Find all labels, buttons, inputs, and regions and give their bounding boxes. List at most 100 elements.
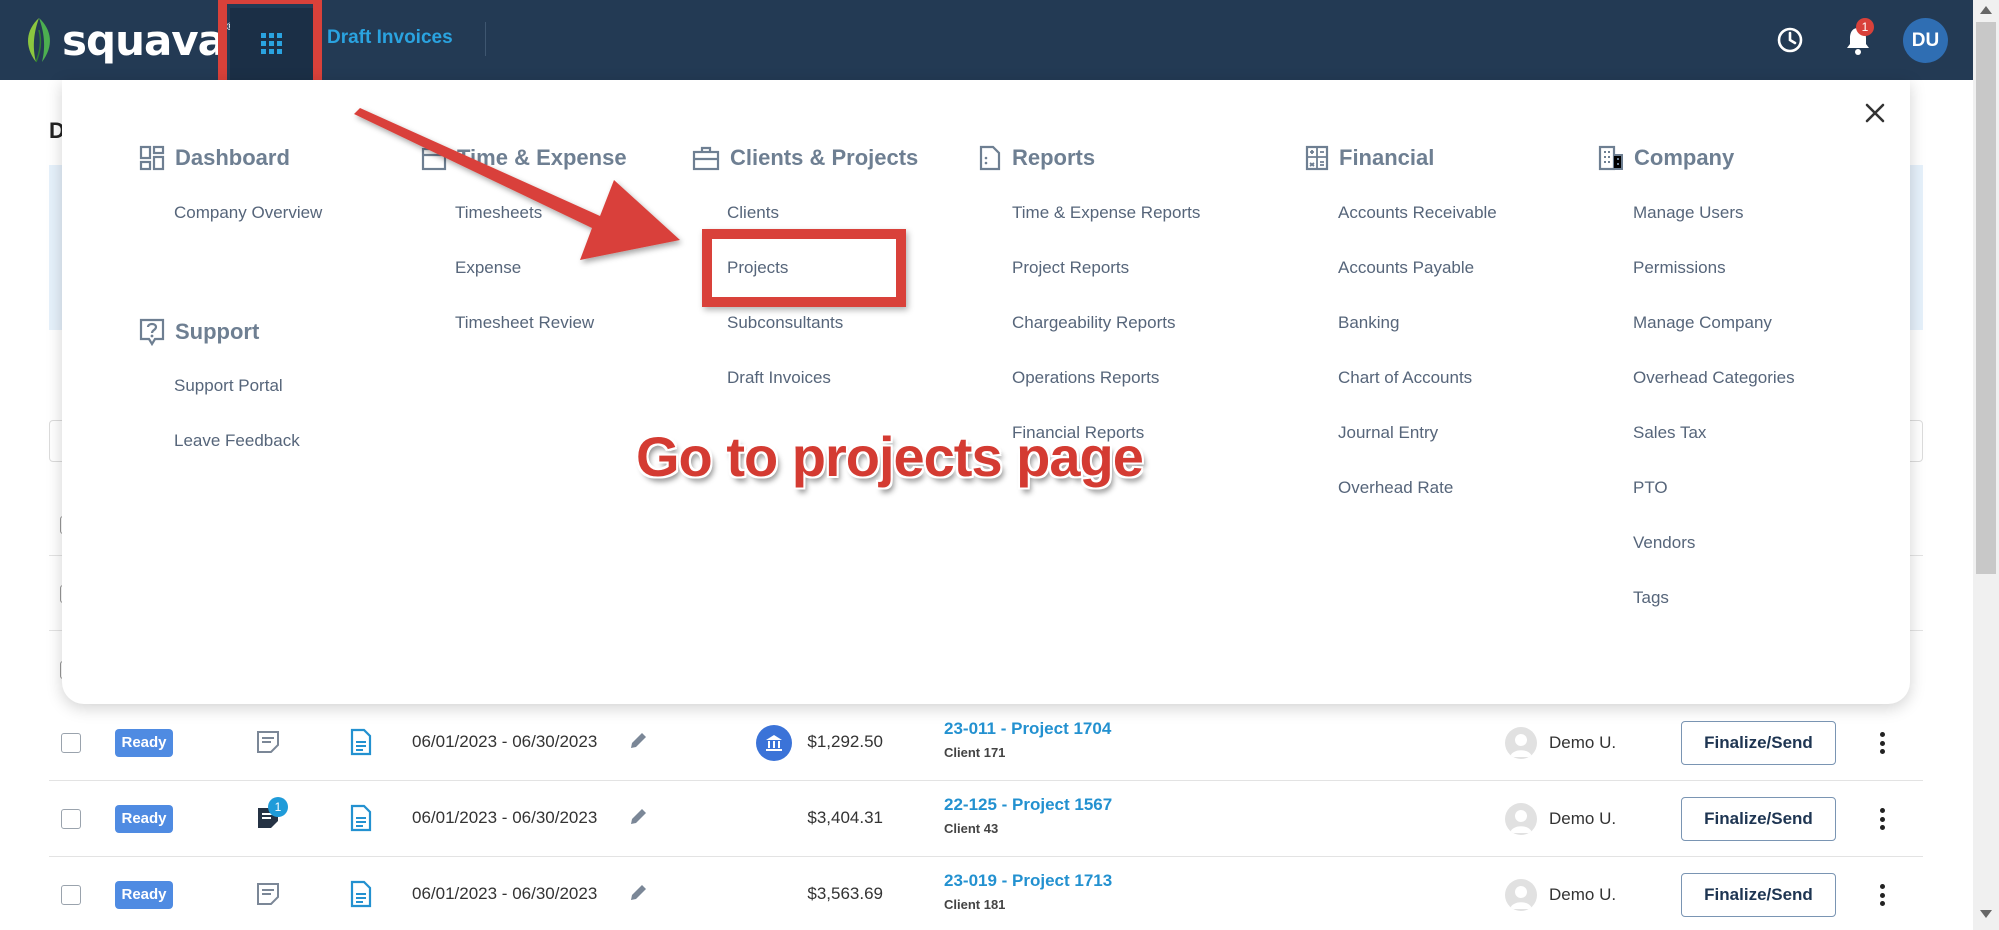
user-avatar-icon	[1505, 879, 1537, 911]
menu-item-project-reports[interactable]: Project Reports	[1012, 258, 1129, 278]
client-name: Client 181	[944, 897, 1006, 912]
building-icon	[1598, 145, 1623, 171]
menu-item-vendors[interactable]: Vendors	[1633, 533, 1695, 553]
menu-section-company: Company	[1598, 145, 1734, 171]
menu-section-label: Time & Expense	[457, 145, 627, 170]
logo-wordmark: squava	[62, 15, 226, 65]
table-row: Ready 06/01/2023 - 06/30/2023 $3,563.69 …	[49, 857, 1923, 930]
client-name: Client 43	[944, 821, 999, 836]
project-manager: Demo U.	[1549, 733, 1617, 752]
menu-section-dashboard: Dashboard	[139, 145, 290, 171]
annotation-highlight-projects	[702, 229, 906, 307]
row-checkbox[interactable]	[61, 885, 81, 905]
menu-item-pto[interactable]: PTO	[1633, 478, 1668, 498]
finalize-send-button[interactable]: Finalize/Send	[1681, 721, 1836, 765]
project-link[interactable]: 22-125 - Project 1567	[944, 795, 1112, 815]
table-row: Ready 1 06/01/2023 - 06/30/2023 $3,404.3…	[49, 781, 1923, 857]
scroll-down-arrow-icon[interactable]	[1980, 910, 1992, 918]
project-manager: Demo U.	[1549, 885, 1617, 904]
clock-icon[interactable]	[1775, 25, 1805, 55]
menu-item-time-expense-reports[interactable]: Time & Expense Reports	[1012, 203, 1200, 223]
help-icon	[139, 318, 165, 346]
squava-logo[interactable]: squava ®	[22, 10, 236, 70]
menu-item-draft-invoices[interactable]: Draft Invoices	[727, 368, 831, 388]
invoice-amount: $3,404.31	[807, 808, 883, 827]
annotation-highlight-apps	[218, 0, 322, 90]
breadcrumb-draft-invoices[interactable]: Draft Invoices	[327, 27, 453, 49]
invoice-document-icon[interactable]	[349, 728, 373, 756]
menu-section-label: Company	[1634, 145, 1735, 170]
row-checkbox[interactable]	[61, 809, 81, 829]
invoice-document-icon[interactable]	[349, 804, 373, 832]
menu-item-journal-entry[interactable]: Journal Entry	[1338, 423, 1438, 443]
project-link[interactable]: 23-011 - Project 1704	[944, 719, 1111, 739]
pencil-icon[interactable]	[627, 806, 649, 828]
invoice-amount: $3,563.69	[807, 884, 883, 903]
note-count-badge: 1	[268, 797, 288, 817]
vertical-scrollbar[interactable]	[1973, 0, 1999, 930]
menu-item-manage-users[interactable]: Manage Users	[1633, 203, 1744, 223]
menu-section-label: Dashboard	[175, 145, 290, 170]
menu-section-label: Reports	[1012, 145, 1096, 170]
menu-item-timesheets[interactable]: Timesheets	[455, 203, 542, 223]
menu-section-label: Financial	[1339, 145, 1435, 170]
annotation-caption: Go to projects page	[636, 425, 1144, 488]
project-manager: Demo U.	[1549, 809, 1617, 828]
menu-item-chart-of-accounts[interactable]: Chart of Accounts	[1338, 368, 1472, 388]
billing-period: 06/01/2023 - 06/30/2023	[412, 732, 598, 751]
menu-item-accounts-receivable[interactable]: Accounts Receivable	[1338, 203, 1497, 223]
menu-section-label: Support	[175, 319, 260, 344]
menu-section-label: Clients & Projects	[730, 145, 919, 170]
more-options-icon[interactable]	[1875, 729, 1889, 757]
menu-item-support-portal[interactable]: Support Portal	[174, 376, 283, 396]
project-link[interactable]: 23-019 - Project 1713	[944, 871, 1112, 891]
close-icon[interactable]	[1862, 100, 1888, 126]
briefcase-icon	[692, 146, 720, 171]
menu-section-clients-projects: Clients & Projects	[692, 145, 918, 171]
invoice-amount: $1,292.50	[807, 732, 883, 751]
menu-item-overhead-rate[interactable]: Overhead Rate	[1338, 478, 1453, 498]
pencil-icon[interactable]	[627, 730, 649, 752]
menu-item-leave-feedback[interactable]: Leave Feedback	[174, 431, 300, 451]
note-icon[interactable]	[255, 881, 281, 907]
table-row: Ready 06/01/2023 - 06/30/2023 $1,292.50 …	[49, 705, 1923, 781]
menu-item-overhead-categories[interactable]: Overhead Categories	[1633, 368, 1795, 388]
finalize-send-button[interactable]: Finalize/Send	[1681, 873, 1836, 917]
menu-item-manage-company[interactable]: Manage Company	[1633, 313, 1772, 333]
menu-section-financial: Financial	[1305, 145, 1434, 171]
row-checkbox[interactable]	[61, 733, 81, 753]
user-avatar-icon	[1505, 727, 1537, 759]
finalize-send-button[interactable]: Finalize/Send	[1681, 797, 1836, 841]
report-icon	[979, 145, 1001, 171]
more-options-icon[interactable]	[1875, 805, 1889, 833]
menu-item-timesheet-review[interactable]: Timesheet Review	[455, 313, 594, 333]
menu-item-tags[interactable]: Tags	[1633, 588, 1669, 608]
pencil-icon[interactable]	[627, 882, 649, 904]
menu-section-support: Support	[139, 318, 259, 346]
menu-item-clients[interactable]: Clients	[727, 203, 779, 223]
status-badge: Ready	[115, 881, 173, 909]
menu-item-expense[interactable]: Expense	[455, 258, 521, 278]
dashboard-icon	[139, 145, 165, 171]
calculator-icon	[1305, 145, 1329, 171]
billing-period: 06/01/2023 - 06/30/2023	[412, 808, 598, 827]
menu-item-operations-reports[interactable]: Operations Reports	[1012, 368, 1159, 388]
status-badge: Ready	[115, 805, 173, 833]
note-icon[interactable]	[255, 729, 281, 755]
user-avatar[interactable]: DU	[1903, 18, 1948, 63]
menu-item-sales-tax[interactable]: Sales Tax	[1633, 423, 1706, 443]
menu-item-company-overview[interactable]: Company Overview	[174, 203, 322, 223]
menu-item-accounts-payable[interactable]: Accounts Payable	[1338, 258, 1474, 278]
scroll-up-arrow-icon[interactable]	[1980, 6, 1992, 14]
leaf-logo-icon	[28, 18, 50, 63]
scrollbar-thumb[interactable]	[1976, 22, 1996, 574]
menu-section-time-expense: Time & Expense	[421, 145, 627, 171]
bank-icon	[756, 725, 792, 761]
app-navigation-menu	[62, 80, 1910, 704]
more-options-icon[interactable]	[1875, 881, 1889, 909]
invoice-document-icon[interactable]	[349, 880, 373, 908]
menu-item-permissions[interactable]: Permissions	[1633, 258, 1726, 278]
menu-item-chargeability-reports[interactable]: Chargeability Reports	[1012, 313, 1175, 333]
menu-item-banking[interactable]: Banking	[1338, 313, 1399, 333]
menu-item-subconsultants[interactable]: Subconsultants	[727, 313, 843, 333]
